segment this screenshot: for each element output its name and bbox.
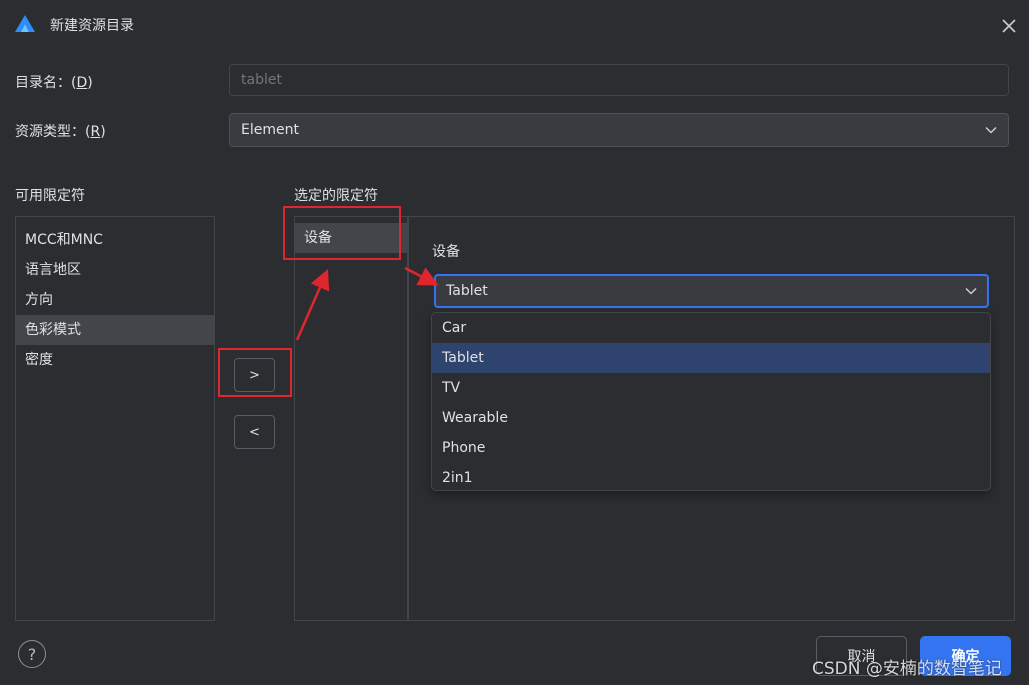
title-bar: 新建资源目录 [0, 0, 1029, 50]
device-option-tablet[interactable]: Tablet [432, 343, 990, 373]
qualifier-item-orientation[interactable]: 方向 [16, 285, 214, 315]
cancel-button[interactable]: 取消 [816, 636, 907, 676]
remove-qualifier-button[interactable]: < [234, 415, 275, 449]
close-button[interactable] [996, 13, 1022, 39]
device-dropdown: Car Tablet TV Wearable Phone 2in1 [431, 312, 991, 491]
device-option-tv[interactable]: TV [432, 373, 990, 403]
qualifier-item-density[interactable]: 密度 [16, 345, 214, 375]
help-button[interactable]: ? [18, 640, 46, 668]
device-option-phone[interactable]: Phone [432, 433, 990, 463]
device-select[interactable]: Tablet [434, 274, 989, 308]
resource-type-label: 资源类型：(R) [15, 124, 106, 140]
dir-name-mnemonic: D [76, 75, 88, 91]
deveco-logo-icon [15, 15, 35, 32]
device-option-wearable[interactable]: Wearable [432, 403, 990, 433]
device-option-car[interactable]: Car [432, 313, 990, 343]
chevron-down-icon [985, 126, 997, 134]
selected-item-device[interactable]: 设备 [295, 223, 407, 253]
close-icon [1002, 19, 1016, 33]
selected-qualifiers-list: 设备 [294, 216, 408, 621]
qualifier-item-mcc-mnc[interactable]: MCC和MNC [16, 225, 214, 255]
resource-type-value: Element [241, 122, 299, 138]
device-option-2in1[interactable]: 2in1 [432, 463, 990, 493]
available-qualifiers-list: MCC和MNC 语言地区 方向 色彩模式 密度 [15, 216, 215, 621]
chevron-down-icon [965, 287, 977, 295]
qualifier-item-color-mode[interactable]: 色彩模式 [16, 315, 214, 345]
add-qualifier-button[interactable]: > [234, 358, 275, 392]
dir-name-label: 目录名：(D) [15, 75, 93, 91]
qualifier-item-locale[interactable]: 语言地区 [16, 255, 214, 285]
dir-name-input[interactable] [229, 64, 1009, 96]
ok-button[interactable]: 确定 [920, 636, 1011, 676]
window-title: 新建资源目录 [50, 18, 134, 34]
selected-qualifiers-heading: 选定的限定符 [294, 188, 378, 204]
device-label: 设备 [432, 244, 460, 260]
available-qualifiers-heading: 可用限定符 [15, 188, 85, 204]
device-select-value: Tablet [446, 283, 488, 299]
resource-type-select[interactable]: Element [229, 113, 1009, 147]
resource-type-mnemonic: R [90, 124, 101, 140]
